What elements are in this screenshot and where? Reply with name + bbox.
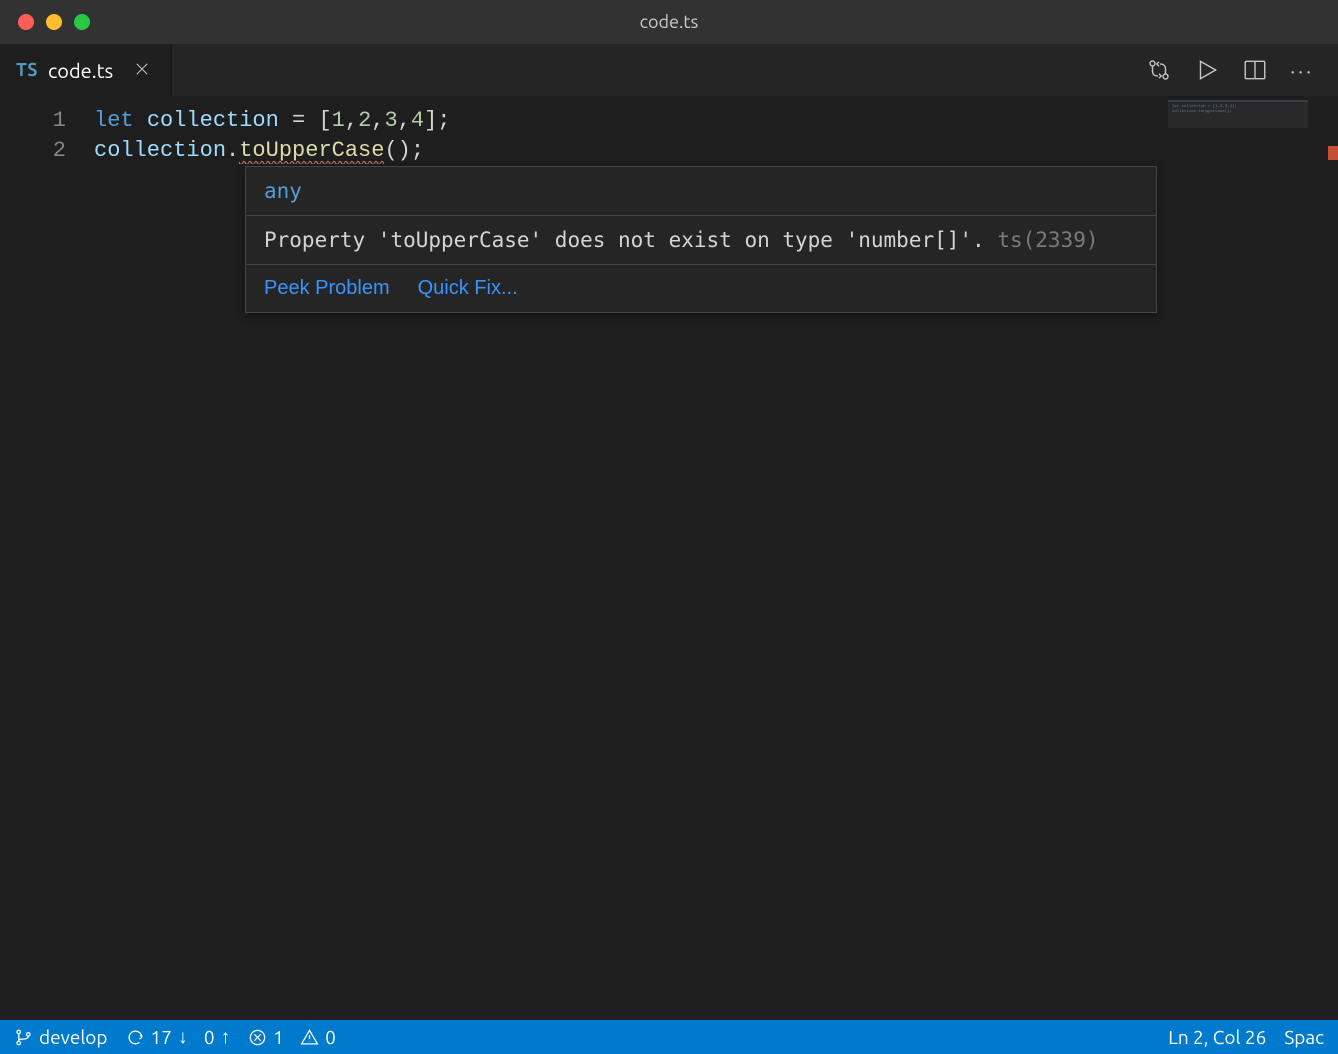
error-token[interactable]: toUpperCase <box>239 138 384 164</box>
close-window-button[interactable] <box>18 14 34 30</box>
warning-icon <box>300 1028 319 1047</box>
hover-message: Property 'toUpperCase' does not exist on… <box>246 215 1156 264</box>
line-number: 2 <box>0 136 94 166</box>
minimize-window-button[interactable] <box>46 14 62 30</box>
problems-status[interactable]: 1 0 <box>248 1026 336 1048</box>
arrow-down-icon: ↓ <box>178 1025 188 1049</box>
git-branch-status[interactable]: develop <box>14 1026 108 1048</box>
line-number: 1 <box>0 106 94 136</box>
tabs: TS code.ts <box>0 44 172 96</box>
code-line-1[interactable]: let collection = [1,2,3,4]; <box>94 106 1338 136</box>
typescript-icon: TS <box>16 60 38 80</box>
editor-actions: ··· <box>1146 44 1338 96</box>
tab-label: code.ts <box>48 59 113 82</box>
compare-changes-icon[interactable] <box>1146 57 1172 83</box>
close-tab-button[interactable] <box>129 55 155 86</box>
window-title: code.ts <box>640 12 699 32</box>
editor[interactable]: 1 2 let collection = [1,2,3,4]; collecti… <box>0 96 1338 1020</box>
error-icon <box>248 1028 267 1047</box>
sync-icon <box>126 1028 145 1047</box>
overview-ruler-error-marker[interactable] <box>1328 146 1338 160</box>
more-actions-icon[interactable]: ··· <box>1290 59 1314 82</box>
quick-fix-button[interactable]: Quick Fix... <box>418 277 518 300</box>
indentation-status[interactable]: Spac <box>1284 1026 1324 1048</box>
hover-actions: Peek Problem Quick Fix... <box>246 264 1156 312</box>
sync-outgoing: 0 <box>204 1026 215 1048</box>
hover-type: any <box>264 179 302 203</box>
split-editor-icon[interactable] <box>1242 57 1268 83</box>
peek-problem-button[interactable]: Peek Problem <box>264 277 390 300</box>
code-line-2[interactable]: collection.toUpperCase(); <box>94 136 1338 166</box>
window-controls <box>0 14 90 30</box>
git-sync-status[interactable]: 17 ↓ 0 ↑ <box>126 1025 231 1049</box>
line-number-gutter: 1 2 <box>0 96 94 1020</box>
cursor-position-status[interactable]: Ln 2, Col 26 <box>1168 1026 1266 1048</box>
warning-count: 0 <box>325 1026 336 1048</box>
minimap[interactable]: let collection = [1,2,3,4];collection.to… <box>1168 100 1308 128</box>
titlebar: code.ts <box>0 0 1338 44</box>
tab-code-ts[interactable]: TS code.ts <box>0 44 172 96</box>
branch-name: develop <box>39 1026 108 1048</box>
run-icon[interactable] <box>1194 57 1220 83</box>
error-code: ts(2339) <box>997 228 1098 252</box>
tab-bar: TS code.ts ··· <box>0 44 1338 96</box>
error-count: 1 <box>273 1026 284 1048</box>
sync-incoming: 17 <box>151 1026 172 1048</box>
status-bar: develop 17 ↓ 0 ↑ 1 0 Ln 2, Col 26 Spac <box>0 1020 1338 1054</box>
git-branch-icon <box>14 1028 33 1047</box>
arrow-up-icon: ↑ <box>221 1025 231 1049</box>
zoom-window-button[interactable] <box>74 14 90 30</box>
hover-error-widget: any Property 'toUpperCase' does not exis… <box>245 166 1157 313</box>
hover-type-row: any <box>246 167 1156 215</box>
